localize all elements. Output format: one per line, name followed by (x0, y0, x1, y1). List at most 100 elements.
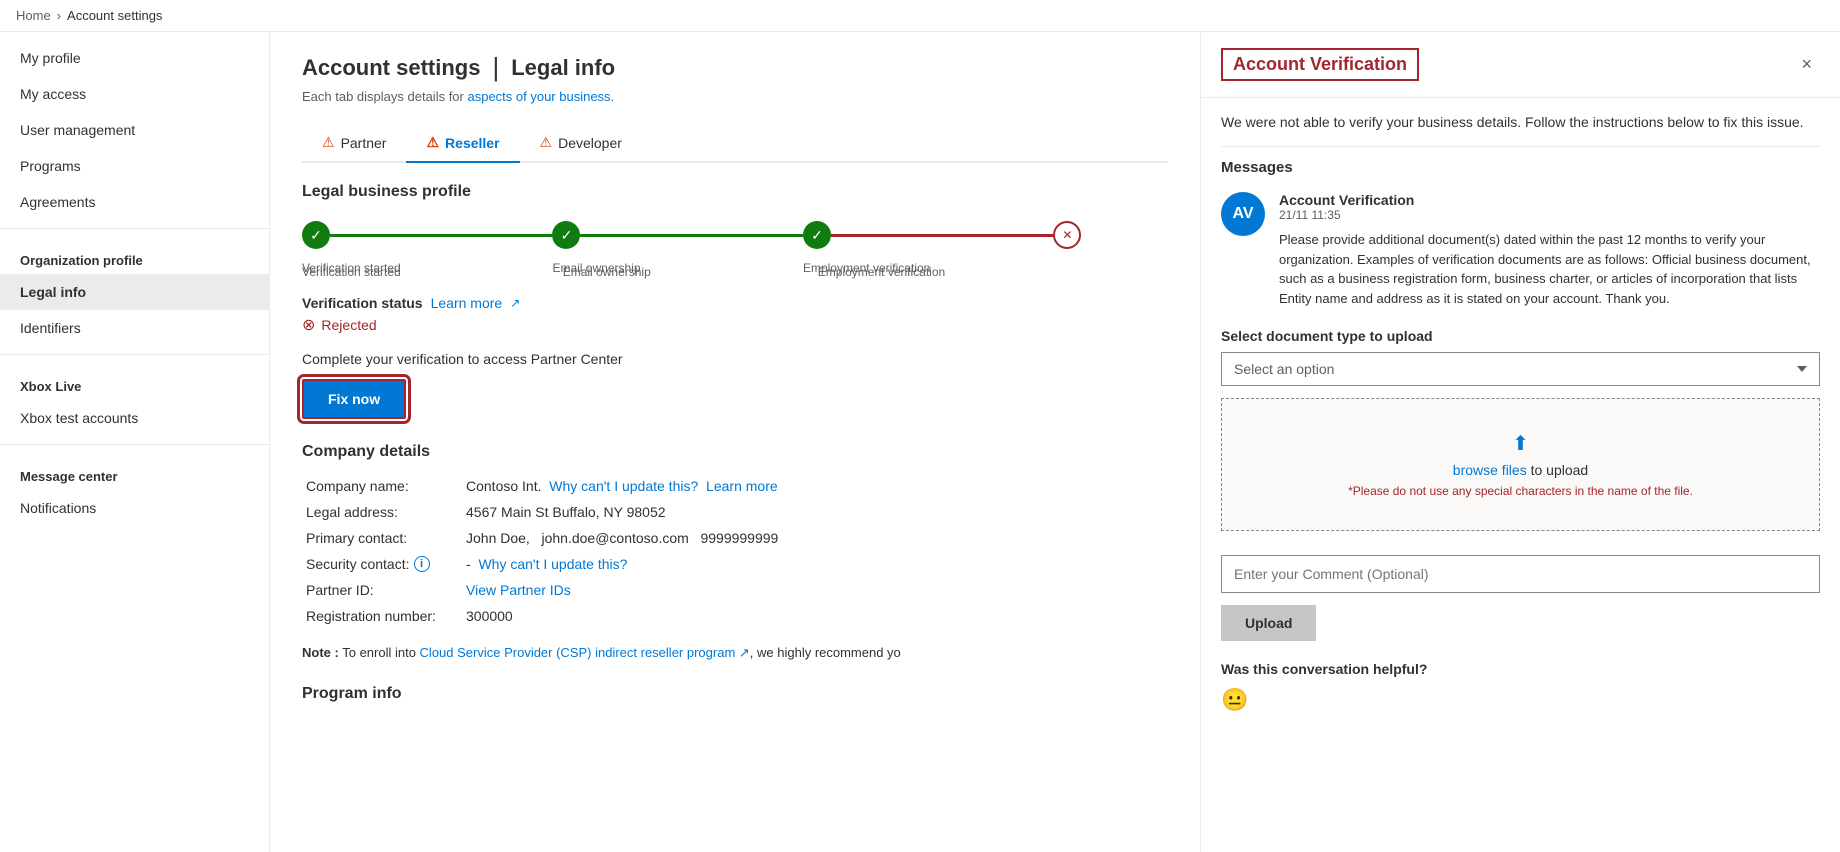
field-label: Partner ID: (302, 577, 462, 603)
table-row: Primary contact: John Doe, john.doe@cont… (302, 525, 1168, 551)
main-content: Account settings | Legal info Each tab d… (270, 32, 1200, 852)
panel-intro: We were not able to verify your business… (1221, 114, 1820, 130)
breadcrumb: Home › Account settings (0, 0, 1840, 32)
upload-button[interactable]: Upload (1221, 605, 1316, 641)
helpful-section: Was this conversation helpful? 😐 (1221, 661, 1820, 713)
learn-more-link[interactable]: Learn more (431, 295, 503, 311)
sidebar-section-message-center: Message center (0, 453, 269, 490)
breadcrumb-home[interactable]: Home (16, 8, 51, 23)
progress-step-2: ✓ (552, 221, 580, 249)
avatar: AV (1221, 192, 1265, 236)
page-subtitle: Each tab displays details for aspects of… (302, 89, 1168, 104)
sidebar-item-my-access[interactable]: My access (0, 76, 269, 112)
program-info-title: Program info (302, 685, 1168, 703)
sidebar-item-my-profile[interactable]: My profile (0, 40, 269, 76)
document-type-select[interactable]: Select an option (1221, 352, 1820, 386)
step-label-1: Verification started (302, 265, 402, 279)
table-row: Registration number: 300000 (302, 603, 1168, 629)
why-cant-update-link-1[interactable]: Why can't I update this? (549, 478, 698, 494)
field-label: Security contact: i (302, 551, 462, 577)
helpful-icons: 😐 (1221, 687, 1820, 713)
csp-link[interactable]: Cloud Service Provider (CSP) indirect re… (420, 645, 750, 660)
security-contact-info-icon[interactable]: i (414, 556, 430, 572)
progress-line-1 (330, 234, 552, 237)
progress-line-3 (831, 234, 1053, 237)
sidebar-section-xbox-live: Xbox Live (0, 363, 269, 400)
developer-warning-icon: ⚠ (540, 134, 553, 151)
right-panel: Account Verification × We were not able … (1200, 32, 1840, 852)
message-body: Please provide additional document(s) da… (1279, 230, 1820, 308)
sidebar-item-notifications[interactable]: Notifications (0, 490, 269, 526)
progress-step-3: ✓ (803, 221, 831, 249)
helpful-label: Was this conversation helpful? (1221, 661, 1820, 677)
company-details-table: Company name: Contoso Int. Why can't I u… (302, 473, 1168, 629)
table-row: Company name: Contoso Int. Why can't I u… (302, 473, 1168, 499)
verification-status: Verification status Learn more ↗ ⊗ Rejec… (302, 295, 1168, 335)
sidebar-section-org-profile: Organization profile (0, 237, 269, 274)
field-label: Legal address: (302, 499, 462, 525)
file-upload-area[interactable]: ⬆ browse files to upload *Please do not … (1221, 398, 1820, 531)
progress-circle-4: ✕ (1053, 221, 1081, 249)
step-label-2: Email ownership (557, 265, 657, 279)
progress-step-4: ✕ (1053, 221, 1081, 249)
table-row: Security contact: i - Why can't I update… (302, 551, 1168, 577)
upload-text: browse files to upload (1242, 462, 1799, 478)
table-row: Partner ID: View Partner IDs (302, 577, 1168, 603)
sidebar-item-identifiers[interactable]: Identifiers (0, 310, 269, 346)
company-details-title: Company details (302, 443, 1168, 461)
table-row: Legal address: 4567 Main St Buffalo, NY … (302, 499, 1168, 525)
progress-circle-1: ✓ (302, 221, 330, 249)
progress-circle-2: ✓ (552, 221, 580, 249)
partner-warning-icon: ⚠ (322, 134, 335, 151)
tab-developer[interactable]: ⚠ Developer (520, 124, 642, 163)
status-label: Verification status (302, 295, 423, 311)
message-card: AV Account Verification 21/11 11:35 Plea… (1221, 192, 1820, 308)
sidebar-item-agreements[interactable]: Agreements (0, 184, 269, 220)
fix-now-button[interactable]: Fix now (302, 379, 406, 419)
messages-label: Messages (1221, 159, 1820, 176)
field-label: Registration number: (302, 603, 462, 629)
reseller-warning-icon: ⚠ (426, 134, 439, 151)
panel-close-button[interactable]: × (1793, 50, 1820, 79)
tab-reseller[interactable]: ⚠ Reseller (406, 124, 519, 163)
page-title: Account settings | Legal info (302, 52, 1168, 83)
view-partner-ids-link[interactable]: View Partner IDs (466, 582, 571, 598)
upload-icon: ⬆ (1242, 431, 1799, 456)
message-sender: Account Verification (1279, 192, 1820, 208)
sidebar-item-xbox-test-accounts[interactable]: Xbox test accounts (0, 400, 269, 436)
sidebar-item-programs[interactable]: Programs (0, 148, 269, 184)
panel-header: Account Verification × (1201, 32, 1840, 98)
step-label-3: Employment verification (812, 265, 952, 279)
sad-face-icon[interactable]: 😐 (1221, 687, 1248, 713)
rejected-row: ⊗ Rejected (302, 315, 1168, 335)
progress-line-2 (580, 234, 802, 237)
legal-profile-title: Legal business profile (302, 183, 1168, 201)
select-doc-label: Select document type to upload (1221, 328, 1820, 344)
rejected-label: Rejected (321, 317, 376, 333)
upload-warning: *Please do not use any special character… (1242, 484, 1799, 498)
comment-input[interactable] (1221, 555, 1820, 593)
tabs: ⚠ Partner ⚠ Reseller ⚠ Developer (302, 124, 1168, 163)
complete-verification-text: Complete your verification to access Par… (302, 351, 1168, 367)
sidebar-item-legal-info[interactable]: Legal info (0, 274, 269, 310)
panel-title: Account Verification (1221, 48, 1419, 81)
tab-partner[interactable]: ⚠ Partner (302, 124, 406, 163)
message-time: 21/11 11:35 (1279, 208, 1820, 222)
progress-step-1: ✓ (302, 221, 330, 249)
sidebar-item-user-management[interactable]: User management (0, 112, 269, 148)
breadcrumb-current: Account settings (67, 8, 162, 23)
panel-divider (1221, 146, 1820, 147)
panel-body: We were not able to verify your business… (1201, 98, 1840, 852)
field-label: Primary contact: (302, 525, 462, 551)
external-link-icon: ↗ (510, 296, 520, 310)
field-label: Company name: (302, 473, 462, 499)
learn-more-link-company[interactable]: Learn more (706, 478, 778, 494)
why-cant-update-link-2[interactable]: Why can't I update this? (478, 556, 627, 572)
sidebar: My profile My access User management Pro… (0, 32, 270, 852)
note-text: Note : To enroll into Cloud Service Prov… (302, 645, 1168, 661)
message-content: Account Verification 21/11 11:35 Please … (1279, 192, 1820, 308)
message-header: Account Verification 21/11 11:35 (1279, 192, 1820, 222)
rejected-icon: ⊗ (302, 315, 315, 335)
progress-circle-3: ✓ (803, 221, 831, 249)
browse-files-link[interactable]: browse files (1453, 462, 1527, 478)
